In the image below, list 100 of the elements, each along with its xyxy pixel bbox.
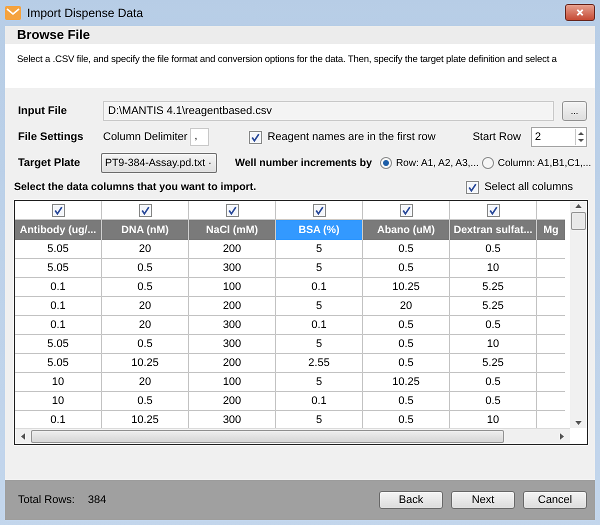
table-cell: 10.25 [363,278,449,297]
column-checkbox[interactable] [138,204,152,216]
field-label: Well number increments by [235,157,372,169]
radio-label: Column: A1,B1,C1,... [498,158,592,168]
table-cell: 5 [276,297,362,316]
table-cell: 5.25 [450,278,536,297]
column-checkbox[interactable] [52,204,64,216]
table-cell: 0.1 [276,278,362,297]
table-cell: 10.25 [363,373,449,392]
column-header[interactable]: DNA (nM) [102,220,188,240]
table-cell: 20 [102,297,188,316]
scroll-thumb[interactable] [571,212,586,230]
table-cell: 0.5 [450,392,536,411]
table-cell: 10 [15,392,101,411]
browse-button[interactable]: ... [562,101,587,121]
page-heading: Browse File [17,27,90,42]
table-cell: 0.5 [102,278,188,297]
column-header[interactable]: NaCl (mM) [189,220,275,240]
table-cell: 5 [276,373,362,392]
table-cell: 5.25 [450,297,536,316]
table-cell: 20 [102,240,188,259]
start-row-spinbox[interactable]: 2 [530,127,587,147]
table-cell: 2.55 [276,354,362,373]
target-plate-dropdown[interactable]: PT9-384-Assay.pd.txt [101,153,217,173]
column-checkbox[interactable] [400,204,412,216]
table-cell: 0.1 [15,297,101,316]
column-header[interactable]: Mg [537,220,565,240]
spin-arrows-icon [575,129,586,145]
table-cell: 100 [189,278,275,297]
section-heading: Select the data columns that you want to import. [14,181,256,193]
input-file-field[interactable]: D:\MANTIS 4.1\reagentbased.csv [103,101,554,121]
table-cell: 0.5 [102,259,188,278]
close-icon [575,8,585,16]
column-checkbox[interactable] [226,204,238,216]
table-cell: 0.1 [15,278,101,297]
table-cell: 200 [189,392,275,411]
delimiter-label: Column Delimiter [103,131,188,143]
table-cell: 0.5 [450,373,536,392]
table-cell: 0.5 [450,316,536,335]
delimiter-field[interactable]: , [190,128,210,146]
app-envelope-icon [5,6,21,20]
column-header[interactable]: Abano (uM) [363,220,449,240]
scroll-down-icon[interactable] [575,421,582,425]
table-cell: 300 [189,335,275,354]
table-cell: 5.05 [15,240,101,259]
footer-button[interactable]: Back [379,491,443,509]
scroll-up-icon[interactable] [575,204,582,208]
vertical-scrollbar[interactable] [570,201,587,428]
scroll-right-icon[interactable] [560,433,564,440]
close-button[interactable] [565,4,595,20]
table-cell: 0.5 [363,335,449,354]
field-label: Target Plate [18,157,82,169]
table-cell: 0.1 [15,316,101,335]
table-cell: 5.05 [15,259,101,278]
table-cell: 200 [189,297,275,316]
field-label: Input File [18,105,68,117]
horizontal-scrollbar[interactable] [15,428,570,444]
table-cell: 0.1 [276,392,362,411]
table-cell: 20 [102,316,188,335]
checkbox[interactable] [249,130,262,144]
table-cell: 5.05 [15,335,101,354]
table-cell: 0.5 [363,240,449,259]
checkbox-label: Select all columns [484,181,573,193]
start-row-label: Start Row [472,131,521,143]
footer-button[interactable]: Cancel [523,491,587,509]
table-cell: 0.5 [363,392,449,411]
scroll-thumb[interactable] [31,430,504,443]
table-cell: 10 [15,373,101,392]
table-cell: 10 [450,259,536,278]
table-cell: 20 [102,373,188,392]
table-cell: 0.5 [102,392,188,411]
table-cell: 0.5 [363,316,449,335]
window-title: Import Dispense Data [27,6,144,20]
table-cell: 0.5 [363,354,449,373]
table-cell: 10 [450,335,536,354]
table-cell: 300 [189,259,275,278]
table-cell: 5 [276,259,362,278]
checkbox-label: Reagent names are in the first row [267,131,436,143]
column-checkbox[interactable] [312,204,326,216]
table-cell: 0.5 [450,240,536,259]
table-cell: 5.05 [15,354,101,373]
table-cell: 0.1 [276,316,362,335]
column-header[interactable]: Dextran sulfat... [450,220,536,240]
radio-label: Row: A1, A2, A3,... [396,158,479,168]
radio-button[interactable] [482,157,494,169]
checkbox[interactable] [466,180,480,194]
column-header[interactable]: Antibody (ug/... [15,220,101,240]
table-cell: 20 [363,297,449,316]
table-cell: 5 [276,240,362,259]
scroll-left-icon[interactable] [21,433,25,440]
table-cell: 100 [189,373,275,392]
radio-button[interactable] [380,157,392,169]
column-checkbox[interactable] [486,204,500,216]
table-cell: 5.25 [450,354,536,373]
total-rows-value: 384 [88,494,106,506]
table-cell: 200 [189,354,275,373]
field-label: File Settings [18,131,84,143]
description-text: Select a .CSV file, and specify the file format and conversion options for the data. Then, specify the target plate definition and select a [17,54,557,65]
footer-button[interactable]: Next [451,491,515,509]
table-cell: 300 [189,316,275,335]
